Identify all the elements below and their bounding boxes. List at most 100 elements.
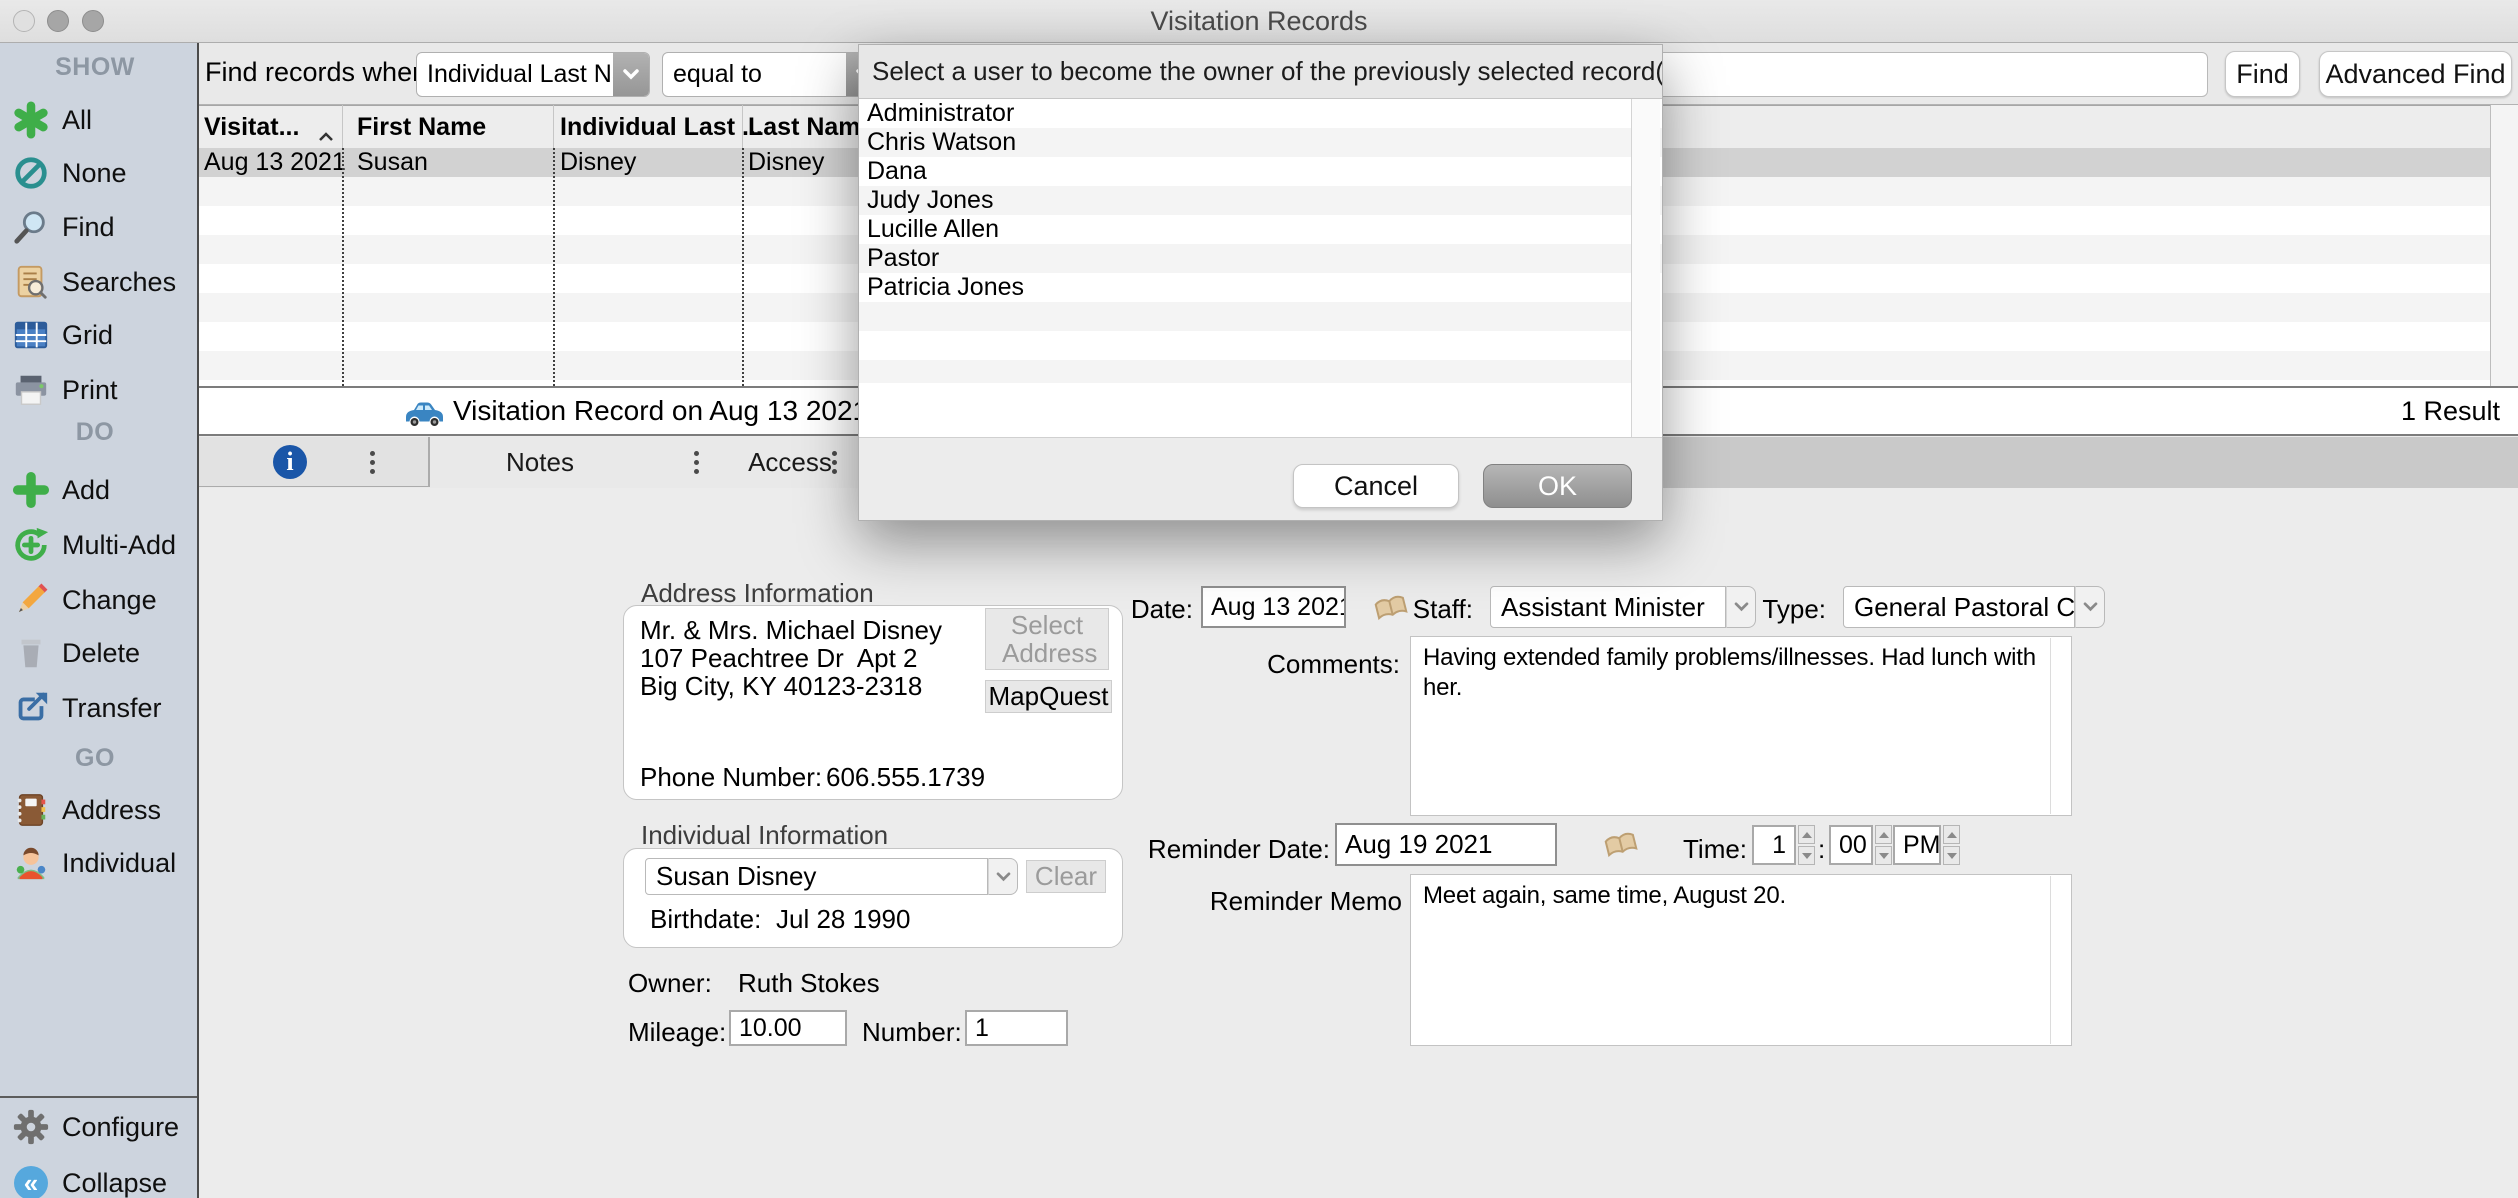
advanced-find-button[interactable]: Advanced Find (2319, 51, 2512, 97)
sidebar-item-grid[interactable]: Grid (0, 315, 197, 355)
sidebar-item-individual[interactable]: Individual (0, 843, 197, 883)
user-list-item[interactable]: Judy Jones (859, 186, 1662, 215)
sidebar-item-searches[interactable]: Searches (0, 262, 197, 302)
chevron-down-icon[interactable] (2075, 586, 2105, 628)
advanced-find-button-label: Advanced Find (2325, 59, 2505, 90)
ok-button[interactable]: OK (1483, 464, 1632, 508)
record-title: Visitation Record on Aug 13 2021 (453, 388, 868, 434)
sidebar-item-add[interactable]: Add (0, 470, 197, 510)
close-window-icon[interactable] (13, 10, 35, 32)
ok-button-label: OK (1538, 471, 1577, 502)
searches-icon (11, 262, 51, 302)
time-minute-stepper[interactable] (1875, 825, 1892, 865)
column-header-first-name[interactable]: First Name (357, 106, 486, 148)
address-line-1: Mr. & Mrs. Michael Disney (640, 615, 942, 646)
sidebar-item-delete[interactable]: Delete (0, 633, 197, 673)
find-records-where-label: Find records where (205, 57, 436, 88)
kebab-menu-icon[interactable] (370, 460, 375, 465)
chevron-down-icon (613, 53, 649, 96)
minimize-window-icon[interactable] (47, 10, 69, 32)
title-bar[interactable]: Visitation Records (0, 0, 2518, 43)
phone-number-label: Phone Number: (640, 762, 822, 793)
gear-icon (11, 1107, 51, 1147)
sidebar-item-change[interactable]: Change (0, 580, 197, 620)
sidebar-item-all[interactable]: All (0, 100, 197, 140)
table-scrollbar[interactable] (2490, 105, 2518, 386)
car-icon (403, 397, 445, 432)
cancel-button[interactable]: Cancel (1293, 464, 1459, 508)
user-list-item[interactable]: Lucille Allen (859, 215, 1662, 244)
field-dropdown[interactable]: Individual Last Nar (416, 52, 650, 97)
comments-textarea[interactable]: Having extended family problems/illnesse… (1410, 636, 2072, 816)
result-count: 1 Result (2401, 388, 2500, 434)
user-list-item[interactable]: Patricia Jones (859, 273, 1662, 302)
sidebar-item-collapse[interactable]: « Collapse (0, 1163, 197, 1198)
sidebar-item-label: Print (62, 375, 118, 406)
zoom-window-icon[interactable] (82, 10, 104, 32)
date-picker-book-icon[interactable] (1600, 829, 1642, 866)
column-divider (342, 105, 343, 148)
sidebar-item-print[interactable]: Print (0, 370, 197, 410)
time-label: Time: (1683, 834, 1747, 865)
sidebar-item-label: Change (62, 585, 157, 616)
sort-asc-icon (318, 121, 334, 150)
sidebar-item-label: Address (62, 795, 161, 826)
user-list-item[interactable]: Dana (859, 157, 1662, 186)
tab-info[interactable]: i (199, 437, 430, 487)
reminder-memo-value: Meet again, same time, August 20. (1423, 882, 1786, 909)
user-list-scrollbar[interactable] (1631, 99, 1660, 437)
time-hour-stepper[interactable] (1798, 825, 1815, 865)
sidebar-item-label: Collapse (62, 1168, 167, 1198)
cell-last-name: Disney (748, 148, 824, 177)
tab-access[interactable]: Access (700, 437, 880, 488)
operator-dropdown[interactable]: equal to (662, 52, 883, 97)
user-list-item[interactable]: Administrator (859, 99, 1662, 128)
mileage-input[interactable]: 10.00 (729, 1010, 847, 1046)
tab-notes[interactable]: Notes (440, 437, 640, 488)
type-dropdown[interactable]: General Pastoral Ca (1843, 586, 2105, 628)
field-dropdown-value: Individual Last Nar (417, 60, 613, 89)
number-label: Number: (862, 1017, 962, 1048)
find-button[interactable]: Find (2225, 51, 2300, 97)
pencil-icon (11, 580, 51, 620)
sidebar-item-label: Delete (62, 638, 140, 669)
sidebar-section-go: GO (0, 744, 190, 772)
column-header-visitation[interactable]: Visitat... (204, 106, 299, 148)
individual-name-dropdown[interactable]: Susan Disney (645, 858, 1018, 895)
reminder-memo-textarea[interactable]: Meet again, same time, August 20. (1410, 874, 2072, 1046)
time-minute-input[interactable]: 00 (1829, 825, 1873, 865)
time-ampm-stepper[interactable] (1943, 825, 1960, 865)
user-list-item[interactable]: Chris Watson (859, 128, 1662, 157)
sidebar-item-multi-add[interactable]: Multi-Add (0, 525, 197, 565)
time-ampm-input[interactable]: PM (1893, 825, 1941, 865)
birthdate-value: Jul 28 1990 (776, 904, 910, 935)
magnifier-icon (11, 207, 51, 247)
comments-label: Comments: (1200, 649, 1400, 680)
time-hour-input[interactable]: 1 (1752, 825, 1796, 865)
sidebar-item-configure[interactable]: Configure (0, 1107, 197, 1147)
grid-icon (11, 315, 51, 355)
reminder-date-input[interactable]: Aug 19 2021 (1335, 823, 1557, 866)
mapquest-button[interactable]: MapQuest (985, 680, 1112, 713)
comments-value: Having extended family problems/illnesse… (1423, 644, 2036, 701)
sidebar-item-none[interactable]: None (0, 153, 197, 193)
column-header-last-name[interactable]: Last Name (748, 106, 874, 148)
chevron-down-icon[interactable] (988, 858, 1018, 895)
sidebar-item-address[interactable]: Address (0, 790, 197, 830)
sidebar-item-label: Multi-Add (62, 530, 176, 561)
sidebar-item-transfer[interactable]: Transfer (0, 688, 197, 728)
date-input[interactable]: Aug 13 2021 (1201, 586, 1346, 628)
transfer-icon (11, 688, 51, 728)
number-input[interactable]: 1 (965, 1010, 1068, 1046)
sidebar-item-find[interactable]: Find (0, 207, 197, 247)
column-divider (553, 105, 554, 148)
reminder-memo-scrollbar[interactable] (2050, 876, 2051, 1044)
kebab-menu-icon[interactable] (832, 460, 837, 465)
user-list-item[interactable]: Pastor (859, 244, 1662, 273)
comments-scrollbar[interactable] (2050, 638, 2051, 814)
sidebar-item-label: Configure (62, 1112, 179, 1143)
sidebar-item-label: Grid (62, 320, 113, 351)
column-divider-dotted (342, 148, 344, 386)
kebab-menu-icon[interactable] (694, 460, 699, 465)
column-header-individual-last[interactable]: Individual Last ... (560, 106, 763, 148)
